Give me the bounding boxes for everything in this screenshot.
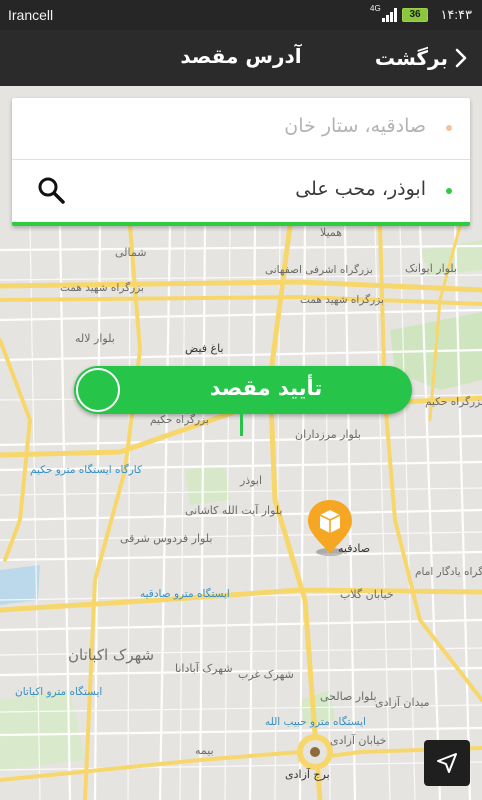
map-label: شهرک آبادانا	[175, 662, 233, 675]
back-button[interactable]: برگشت	[375, 42, 468, 74]
map-label: بلوار فردوس شرقی	[120, 532, 213, 545]
map-label: بلوار مرزداران	[295, 428, 361, 441]
destination-address: ابوذر، محب علی	[295, 178, 426, 200]
origin-address: صادقیه، ستار خان	[284, 115, 426, 137]
map-label: خیابان گلاب	[340, 588, 394, 601]
carrier-name: Irancell	[8, 7, 54, 23]
map-label: کارگاه ایستگاه مترو حکیم	[30, 464, 142, 476]
pin-circle-icon	[76, 368, 120, 412]
map-label: ایستگاه مترو حبیب الله	[265, 716, 366, 728]
network-type: 4G	[370, 4, 381, 13]
map-label: شمالی	[115, 246, 147, 259]
search-icon[interactable]	[36, 175, 66, 205]
confirm-destination-button[interactable]: تأیید مقصد	[74, 366, 412, 414]
map-label: خیابان آزادی	[330, 734, 387, 747]
clock: ۱۴:۴۳	[440, 7, 472, 22]
map-label: باغ فیض	[185, 342, 224, 355]
map-label: بلوار لاله	[75, 332, 115, 345]
map-label: میدان آزادی	[375, 696, 430, 709]
map-label: شهرک غرب	[238, 668, 294, 681]
map-label: بزرگراه یادگار امام	[415, 566, 482, 578]
map-label: بلوار صالحی	[320, 690, 377, 703]
map-label: برج آزادی	[285, 768, 330, 781]
map-label: ابوذر	[240, 474, 263, 487]
signal-icon	[382, 8, 397, 22]
app-root: Irancell 4G 36 ۱۴:۴۳ آدرس مقصد برگشت بزر…	[0, 0, 482, 800]
map-label: همیلا	[320, 226, 343, 239]
destination-address-row[interactable]: ابوذر، محب علی	[12, 161, 470, 223]
destination-dot	[446, 188, 452, 194]
map-label: ایستگاه مترو صادقیه	[140, 588, 230, 600]
chevron-right-icon	[455, 48, 467, 68]
map-label: بزرگراه شهید همت	[300, 294, 384, 306]
map-label: بزرگراه حکیم	[150, 414, 209, 426]
origin-dot	[446, 125, 452, 131]
battery-icon: 36	[402, 8, 428, 22]
map-label: بزرگراه اشرفی اصفهانی	[265, 264, 373, 276]
back-button-label: برگشت	[374, 46, 448, 70]
address-card: صادقیه، ستار خان ابوذر، محب علی	[12, 98, 470, 226]
map-label: بلوار ایوانک	[405, 262, 458, 275]
package-icon[interactable]	[305, 498, 355, 558]
map-label: بلوار آیت الله کاشانی	[185, 504, 283, 517]
confirm-destination-label: تأیید مقصد	[209, 376, 323, 400]
status-bar: Irancell 4G 36 ۱۴:۴۳	[0, 0, 482, 30]
map-label: شهرک اکباتان	[68, 646, 155, 664]
navigation-arrow-icon	[437, 753, 457, 773]
map-label: بزرگراه حکیم	[425, 396, 482, 408]
pin-stem	[240, 414, 243, 436]
origin-address-row[interactable]: صادقیه، ستار خان	[12, 98, 470, 160]
map-label: بزرگراه شهید همت	[60, 282, 144, 294]
app-header: آدرس مقصد برگشت	[0, 30, 482, 86]
locate-button[interactable]	[424, 740, 470, 786]
map-label: بیمه	[195, 744, 214, 757]
map-label: ایستگاه مترو اکباتان	[15, 686, 103, 698]
